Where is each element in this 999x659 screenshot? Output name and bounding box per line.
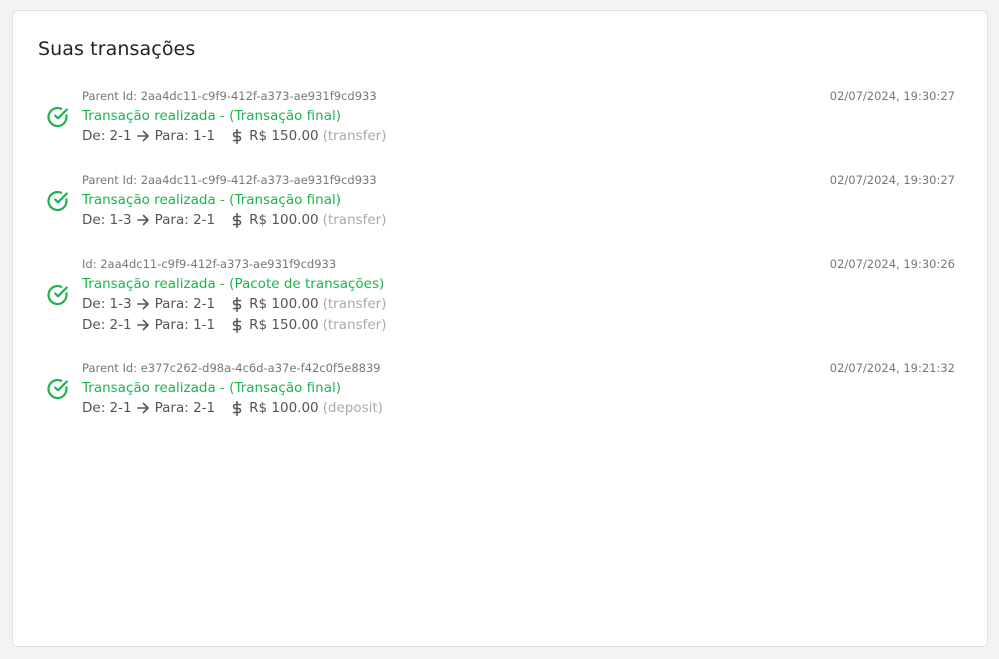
transaction-from: De: 2-1 [82,317,132,333]
transaction-parent-id: Parent Id: 2aa4dc11-c9f9-412f-a373-ae931… [82,89,377,103]
transaction-kind: (transfer) [322,317,387,333]
transaction-kind: (deposit) [322,400,383,416]
transaction-amount: R$ 150.00 [249,128,319,144]
arrow-right-icon [136,319,150,331]
arrow-right-icon [136,130,150,142]
arrow-right-icon [136,214,150,226]
transaction-to: Para: 2-1 [154,212,216,228]
dollar-icon [231,317,243,333]
transaction-to: Para: 2-1 [154,296,216,312]
transaction-parent-id: Parent Id: e377c262-d98a-4c6d-a37e-f42c0… [82,361,381,375]
transaction-title: Transação realizada - (Transação final) [82,380,341,396]
transaction-parent-id: Parent Id: 2aa4dc11-c9f9-412f-a373-ae931… [82,173,377,187]
transaction-amount: R$ 100.00 [249,212,319,228]
dollar-icon [231,296,243,312]
check-circle-icon [45,376,71,402]
transaction-date: 02/07/2024, 19:30:27 [829,173,955,187]
transaction-amount: R$ 100.00 [249,400,319,416]
transaction-from: De: 1-3 [82,212,132,228]
transaction-id: Id: 2aa4dc11-c9f9-412f-a373-ae931f9cd933 [82,257,337,271]
transaction-detail-line: De: 2-1 Para: 1-1 R$ 150.00 (transfer) [82,315,955,335]
transaction-date: 02/07/2024, 19:21:32 [829,361,955,375]
transaction-from: De: 1-3 [82,296,132,312]
transaction-title: Transação realizada - (Pacote de transaç… [82,276,385,292]
transaction-detail-line: De: 1-3 Para: 2-1 R$ 100.00 (transfer) [82,210,955,230]
transaction-from: De: 2-1 [82,128,132,144]
transaction-kind: (transfer) [322,296,387,312]
transaction-date: 02/07/2024, 19:30:26 [829,257,955,271]
transaction-to: Para: 1-1 [154,317,216,333]
arrow-right-icon [136,298,150,310]
transaction-detail-line: De: 1-3 Para: 2-1 R$ 100.00 (transfer) [82,294,955,314]
transaction-detail-line: De: 2-1 Para: 2-1 R$ 100.00 (deposit) [82,398,955,418]
transaction-title: Transação realizada - (Transação final) [82,192,341,208]
transaction-from: De: 2-1 [82,400,132,416]
transaction-date: 02/07/2024, 19:30:27 [829,89,955,103]
dollar-icon [231,212,243,228]
transaction-amount: R$ 150.00 [249,317,319,333]
transaction-amount: R$ 100.00 [249,296,319,312]
transaction-to: Para: 1-1 [154,128,216,144]
check-circle-icon [45,104,71,130]
transaction-to: Para: 2-1 [154,400,216,416]
check-circle-icon [45,282,71,308]
transaction-detail-line: De: 2-1 Para: 1-1 R$ 150.00 (transfer) [82,126,955,146]
arrow-right-icon [136,402,150,414]
transaction-title: Transação realizada - (Transação final) [82,108,341,124]
dollar-icon [231,400,243,416]
check-circle-icon [45,188,71,214]
transactions-card: Suas transações Parent Id: 2aa4dc11-c9f9… [12,10,988,647]
page-title: Suas transações [38,38,196,60]
transaction-kind: (transfer) [322,212,387,228]
dollar-icon [231,128,243,144]
transaction-kind: (transfer) [322,128,387,144]
